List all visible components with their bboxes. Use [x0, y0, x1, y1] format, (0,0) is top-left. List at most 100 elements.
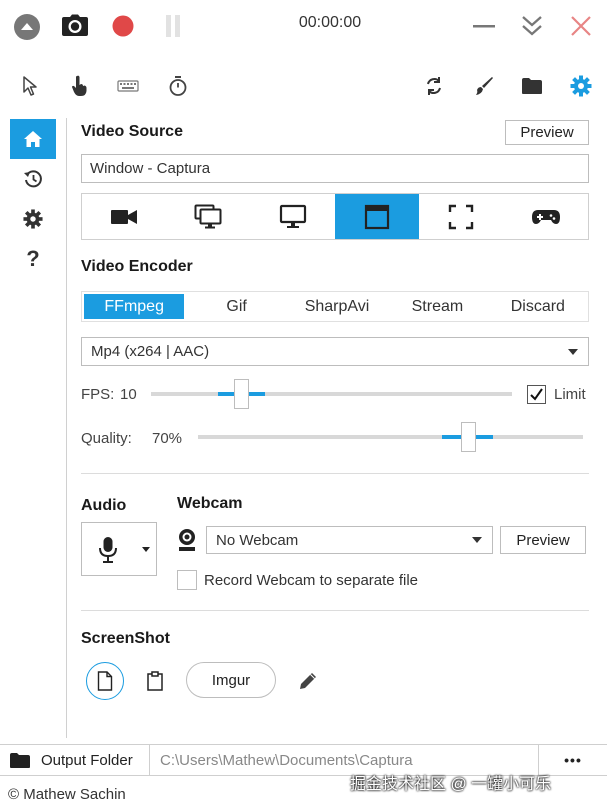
chevron-up-circle-icon [14, 14, 40, 40]
output-folder-label: Output Folder [41, 751, 133, 769]
brush-icon [476, 77, 493, 95]
copy-to-clipboard-button[interactable] [143, 669, 167, 693]
fps-label: FPS: [81, 386, 115, 403]
webcam-select[interactable]: No Webcam [206, 526, 493, 554]
home-icon [24, 131, 42, 147]
keystrokes-toggle[interactable] [110, 64, 146, 108]
quality-slider-track[interactable] [198, 435, 583, 439]
encoder-tabs: FFmpeg Gif SharpAvi Stream Discard [81, 291, 589, 322]
title-bar: 00:00:00 [0, 0, 607, 52]
overlays-button[interactable] [466, 64, 502, 108]
region-source-button[interactable] [419, 194, 503, 239]
microphone-button[interactable] [81, 522, 157, 576]
quality-label: Quality: [81, 430, 132, 447]
limit-label: Limit [554, 386, 586, 403]
screenshot-button[interactable] [60, 12, 90, 40]
sidebar-item-settings[interactable] [10, 199, 56, 239]
video-source-value[interactable]: Window - Captura [81, 154, 589, 183]
folder-icon [10, 752, 30, 768]
record-button[interactable] [110, 13, 136, 39]
audio-heading: Audio [81, 497, 127, 514]
section-divider [81, 473, 589, 474]
fps-slider-track[interactable] [151, 392, 512, 396]
sidebar-item-help[interactable]: ? [10, 239, 56, 279]
tab-gif[interactable]: Gif [186, 292, 286, 321]
save-to-disk-button[interactable] [86, 662, 124, 700]
settings-icon [570, 75, 592, 97]
history-icon [24, 170, 42, 188]
close-button[interactable] [567, 12, 595, 40]
clipboard-icon [147, 671, 163, 691]
screen-source-button[interactable] [251, 194, 335, 239]
fps-slider-thumb[interactable] [234, 379, 250, 409]
webcam-icon [177, 528, 199, 552]
mouse-pointer-icon [23, 76, 37, 96]
checkmark-icon [530, 388, 543, 401]
chevron-down-icon [472, 537, 482, 543]
watermark-text: 掘金技术社区 @ 一罐小可乐 [350, 776, 552, 793]
separate-file-label: Record Webcam to separate file [204, 572, 418, 589]
window-source-icon [365, 204, 390, 229]
quality-slider-thumb[interactable] [460, 422, 476, 452]
copyright-text: © Mathew Sachin [8, 786, 126, 803]
screenshot-heading: ScreenShot [81, 630, 170, 647]
chevron-down-icon [142, 547, 150, 552]
tab-ffmpeg[interactable]: FFmpeg [84, 294, 185, 319]
multi-screen-source-button[interactable] [166, 194, 250, 239]
output-folder-button[interactable] [514, 64, 550, 108]
help-icon: ? [26, 246, 40, 271]
minimize-to-tray-button[interactable] [518, 12, 546, 40]
window-source-button[interactable] [334, 194, 420, 239]
settings-button[interactable] [563, 64, 599, 108]
mouse-click-icon [72, 75, 87, 96]
include-cursor-toggle[interactable] [12, 64, 48, 108]
video-source-selector [81, 193, 589, 240]
imgur-upload-button[interactable]: Imgur [186, 662, 276, 698]
sidebar-item-history[interactable] [10, 159, 56, 199]
pause-button[interactable] [160, 13, 186, 39]
recording-timer: 00:00:00 [298, 14, 362, 31]
folder-icon [522, 78, 542, 94]
sidebar-item-home[interactable] [10, 119, 56, 159]
microphone-icon [99, 537, 117, 563]
region-source-icon [449, 204, 474, 229]
quality-value: 70% [152, 430, 183, 447]
gamepad-source-button[interactable] [504, 194, 588, 239]
screen-source-icon [279, 204, 306, 228]
multi-screen-source-icon [194, 204, 222, 228]
refresh-icon [427, 77, 441, 95]
codec-select[interactable]: Mp4 (x264 | AAC) [81, 337, 589, 366]
codec-value: Mp4 (x264 | AAC) [91, 343, 210, 360]
chevron-down-icon [568, 348, 578, 355]
section-divider [81, 610, 589, 611]
record-icon [112, 15, 134, 37]
separate-file-checkbox[interactable] [177, 570, 197, 590]
tab-sharpavi[interactable]: SharpAvi [287, 292, 387, 321]
refresh-button[interactable] [416, 64, 452, 108]
tab-discard[interactable]: Discard [488, 292, 588, 321]
file-icon [97, 671, 113, 691]
webcam-heading: Webcam [177, 495, 243, 512]
fps-value: 10 [120, 386, 137, 403]
webcam-preview-button[interactable]: Preview [500, 526, 586, 554]
tab-stream[interactable]: Stream [387, 292, 487, 321]
webcam-source-icon [111, 209, 138, 224]
pencil-icon [300, 673, 316, 689]
minimize-button[interactable] [470, 13, 498, 39]
video-source-heading: Video Source [81, 123, 183, 140]
output-folder-open-button[interactable]: Output Folder [0, 745, 150, 775]
gamepad-source-icon [531, 209, 560, 224]
timer-toggle[interactable] [160, 64, 196, 108]
pause-icon [166, 15, 180, 37]
editor-button[interactable] [296, 669, 320, 693]
settings-icon [23, 209, 43, 229]
collapse-button[interactable] [12, 12, 42, 42]
limit-checkbox[interactable] [527, 385, 546, 404]
video-source-preview-button[interactable]: Preview [505, 120, 589, 145]
camera-icon [62, 14, 88, 36]
minimize-icon [473, 25, 495, 28]
mouse-clicks-toggle[interactable] [62, 64, 98, 108]
webcam-source-button[interactable] [82, 194, 166, 239]
video-encoder-heading: Video Encoder [81, 258, 193, 275]
sidebar-divider [66, 118, 67, 738]
